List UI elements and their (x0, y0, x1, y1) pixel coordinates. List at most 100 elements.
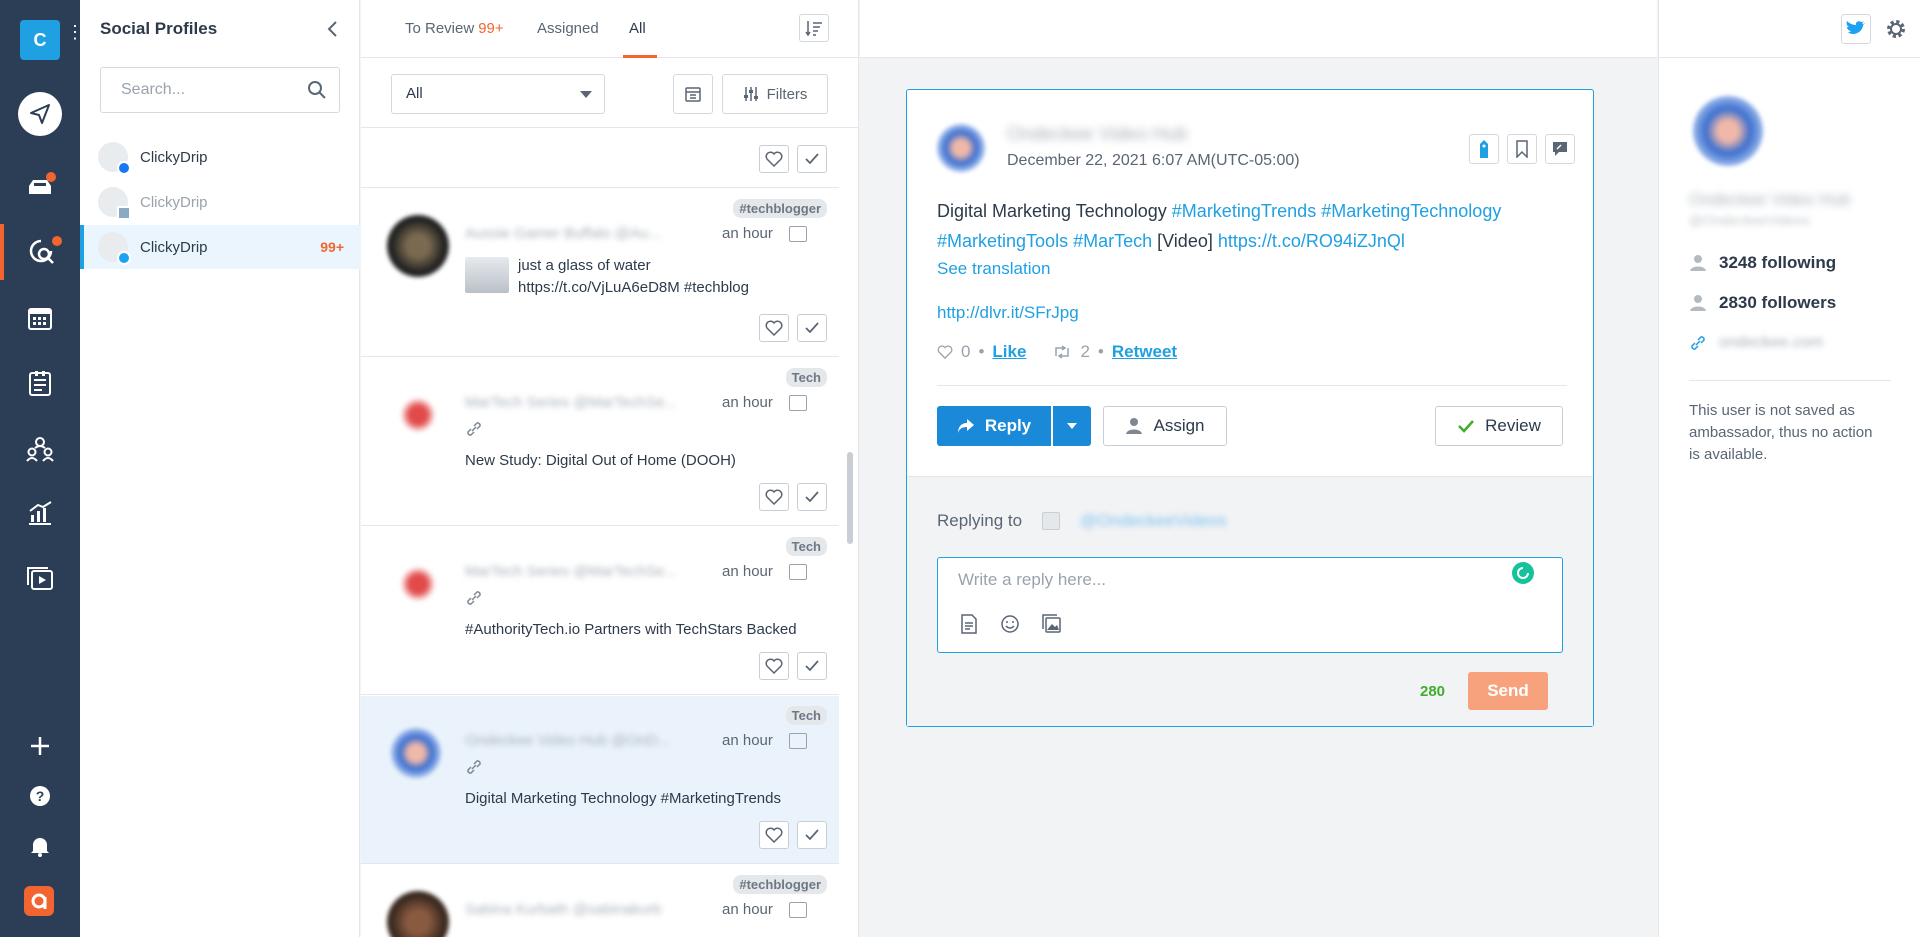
avatar (98, 232, 131, 265)
note-icon[interactable] (1545, 134, 1575, 164)
sort-icon[interactable] (799, 14, 829, 42)
website-link[interactable]: ondeckee.com (1719, 334, 1823, 352)
post-link[interactable]: https://t.co/RO94iZJnQl (1218, 231, 1405, 251)
media-library-icon[interactable] (0, 550, 80, 606)
list-item[interactable]: Tech Ondeckee Video Hub @OnD... an hour … (361, 696, 839, 864)
calendar-icon (685, 87, 701, 102)
reply-input[interactable] (938, 558, 1498, 602)
team-icon[interactable] (0, 420, 80, 476)
profile-item-twitter[interactable]: ClickyDrip 99+ (80, 225, 360, 269)
inbox-icon[interactable] (0, 158, 80, 214)
heart-icon[interactable] (759, 821, 789, 849)
tab-count: 99+ (478, 20, 504, 37)
card-icon (789, 733, 807, 749)
help-icon[interactable]: ? (0, 768, 80, 824)
share-arrow-icon (957, 419, 974, 433)
profile-search-input[interactable] (101, 68, 291, 112)
chevron-down-icon (1067, 423, 1077, 429)
list-item[interactable]: #techblogger Aussie Gamer Buffalo @Au...… (361, 189, 839, 357)
heart-icon[interactable] (759, 483, 789, 511)
tab-to-review[interactable]: To Review 99+ (405, 20, 504, 37)
link-icon (1691, 336, 1705, 350)
sliders-icon (743, 87, 758, 101)
twitter-icon (117, 251, 131, 265)
reply-handle: @OndeckeeVideos (1080, 511, 1227, 530)
list-item[interactable]: Tech MarTech Series @MarTechSe... an hou… (361, 358, 839, 526)
avatar (387, 384, 449, 446)
website-row: ondeckee.com (1689, 334, 1823, 352)
collapse-panel-icon[interactable] (325, 20, 339, 38)
notifications-icon[interactable] (0, 818, 80, 874)
tag-icon[interactable] (1469, 134, 1499, 164)
check-icon[interactable] (797, 652, 827, 680)
review-button[interactable]: Review (1435, 406, 1563, 446)
reply-label: Reply (984, 416, 1032, 435)
check-icon[interactable] (797, 821, 827, 849)
emoji-icon[interactable] (1000, 614, 1020, 634)
user-icon (1126, 418, 1143, 434)
profile-item-facebook[interactable]: ClickyDrip (80, 135, 360, 179)
list-item[interactable] (361, 128, 839, 188)
author-name: MarTech Series @MarTechSe... (465, 394, 677, 411)
filters-button[interactable]: Filters (722, 74, 828, 114)
user-panel-header (1659, 0, 1920, 58)
profile-name: ClickyDrip (140, 193, 208, 211)
bookmark-icon[interactable] (1507, 134, 1537, 164)
heart-icon[interactable] (759, 314, 789, 342)
hashtag-link[interactable]: #MarketingTools (937, 231, 1068, 251)
avatar (937, 124, 985, 172)
hashtag-link[interactable]: #MarketingTrends (1172, 201, 1316, 221)
search-icon[interactable] (307, 80, 327, 100)
twitter-icon[interactable] (1841, 14, 1871, 44)
send-button[interactable]: Send (1468, 672, 1548, 710)
message-time: an hour (722, 225, 773, 242)
profile-item-linkedin[interactable]: ClickyDrip (80, 180, 360, 224)
message-time: an hour (722, 901, 773, 918)
tab-label: To Review (405, 20, 475, 37)
mention-checkbox[interactable] (1042, 512, 1061, 530)
hashtag-link[interactable]: #MarketingTechnology (1321, 201, 1501, 221)
avatar (391, 728, 441, 778)
image-icon[interactable] (1042, 614, 1062, 634)
assign-button[interactable]: Assign (1103, 406, 1227, 446)
workspace-logo[interactable]: C (20, 20, 60, 60)
tag-badge: Tech (785, 368, 827, 387)
message-type-select[interactable]: All (391, 74, 605, 114)
avatar (98, 142, 131, 175)
planner-icon[interactable] (0, 355, 80, 411)
reply-options-button[interactable] (1053, 406, 1091, 446)
message-time: an hour (722, 563, 773, 580)
list-scrollbar[interactable] (847, 452, 853, 544)
tab-all[interactable]: All (629, 20, 646, 37)
list-item[interactable]: Tech MarTech Series @MarTechSe... an hou… (361, 527, 839, 695)
reply-button[interactable]: Reply (937, 406, 1051, 446)
grammar-check-icon[interactable] (1512, 562, 1534, 584)
tab-assigned[interactable]: Assigned (537, 20, 599, 37)
document-icon[interactable] (960, 614, 978, 634)
heart-icon[interactable] (759, 652, 789, 680)
post-text: Digital Marketing Technology (937, 201, 1172, 221)
like-link[interactable]: Like (992, 342, 1026, 362)
listening-icon[interactable] (0, 224, 80, 280)
list-item[interactable]: #techblogger Sabina Kurbath @sabinakurb … (361, 865, 839, 937)
heart-icon[interactable] (759, 145, 789, 173)
date-filter-button[interactable] (673, 74, 713, 114)
retweet-link[interactable]: Retweet (1112, 342, 1177, 362)
unread-count-badge: 99+ (320, 239, 344, 255)
add-icon[interactable] (0, 718, 80, 774)
publish-icon[interactable] (18, 92, 62, 136)
check-icon[interactable] (797, 145, 827, 173)
workspace-menu-icon[interactable]: ⋮ (66, 23, 84, 41)
reply-tools (960, 614, 1062, 634)
check-icon[interactable] (797, 314, 827, 342)
retweet-count: 2 (1080, 342, 1090, 361)
see-translation-link[interactable]: See translation (937, 259, 1050, 279)
calendar-icon[interactable] (0, 290, 80, 346)
analytics-icon[interactable] (0, 485, 80, 541)
check-icon[interactable] (797, 483, 827, 511)
hashtag-link[interactable]: #MarTech (1073, 231, 1152, 251)
user-profile-panel: Ondeckee Video Hub @OndeckeeVideos 3248 … (1658, 0, 1920, 937)
gear-icon[interactable] (1881, 14, 1911, 44)
short-url-link[interactable]: http://dlvr.it/SFrJpg (937, 303, 1079, 323)
brand-logo[interactable] (24, 886, 54, 916)
